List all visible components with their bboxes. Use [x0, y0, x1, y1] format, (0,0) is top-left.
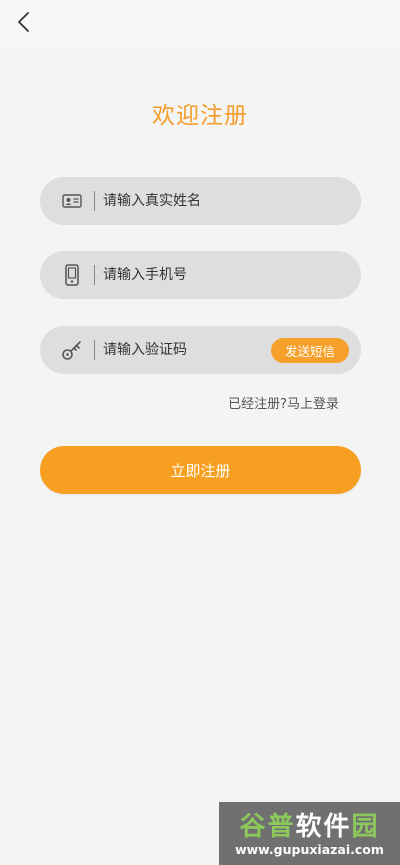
field-separator	[94, 340, 95, 360]
id-card-icon	[60, 189, 84, 213]
field-separator	[94, 265, 95, 285]
name-input[interactable]	[103, 177, 303, 225]
field-separator	[94, 191, 95, 211]
register-page: 欢迎注册 请输入真实姓名 请输入手机号 请输入验证码 发送短信 已经注册?马上登…	[0, 0, 400, 865]
verification-code-input[interactable]	[103, 326, 263, 374]
watermark-url: www.gupuxiazai.com	[235, 842, 384, 857]
key-icon	[60, 338, 84, 362]
chevron-left-icon	[18, 12, 29, 32]
watermark-logo: 谷普软件园 www.gupuxiazai.com	[219, 802, 400, 865]
login-link[interactable]: 已经注册?马上登录	[228, 393, 339, 412]
send-sms-button[interactable]: 发送短信	[271, 338, 349, 363]
phone-input[interactable]	[103, 251, 303, 299]
watermark-brand: 谷普软件园	[239, 812, 380, 842]
name-field	[40, 177, 361, 225]
back-button[interactable]	[8, 6, 40, 38]
mobile-phone-icon	[60, 263, 84, 287]
top-bar	[0, 0, 400, 48]
phone-field	[40, 251, 361, 299]
verification-code-field: 发送短信	[40, 326, 361, 374]
register-button[interactable]: 立即注册	[40, 446, 361, 494]
page-title: 欢迎注册	[152, 103, 248, 129]
